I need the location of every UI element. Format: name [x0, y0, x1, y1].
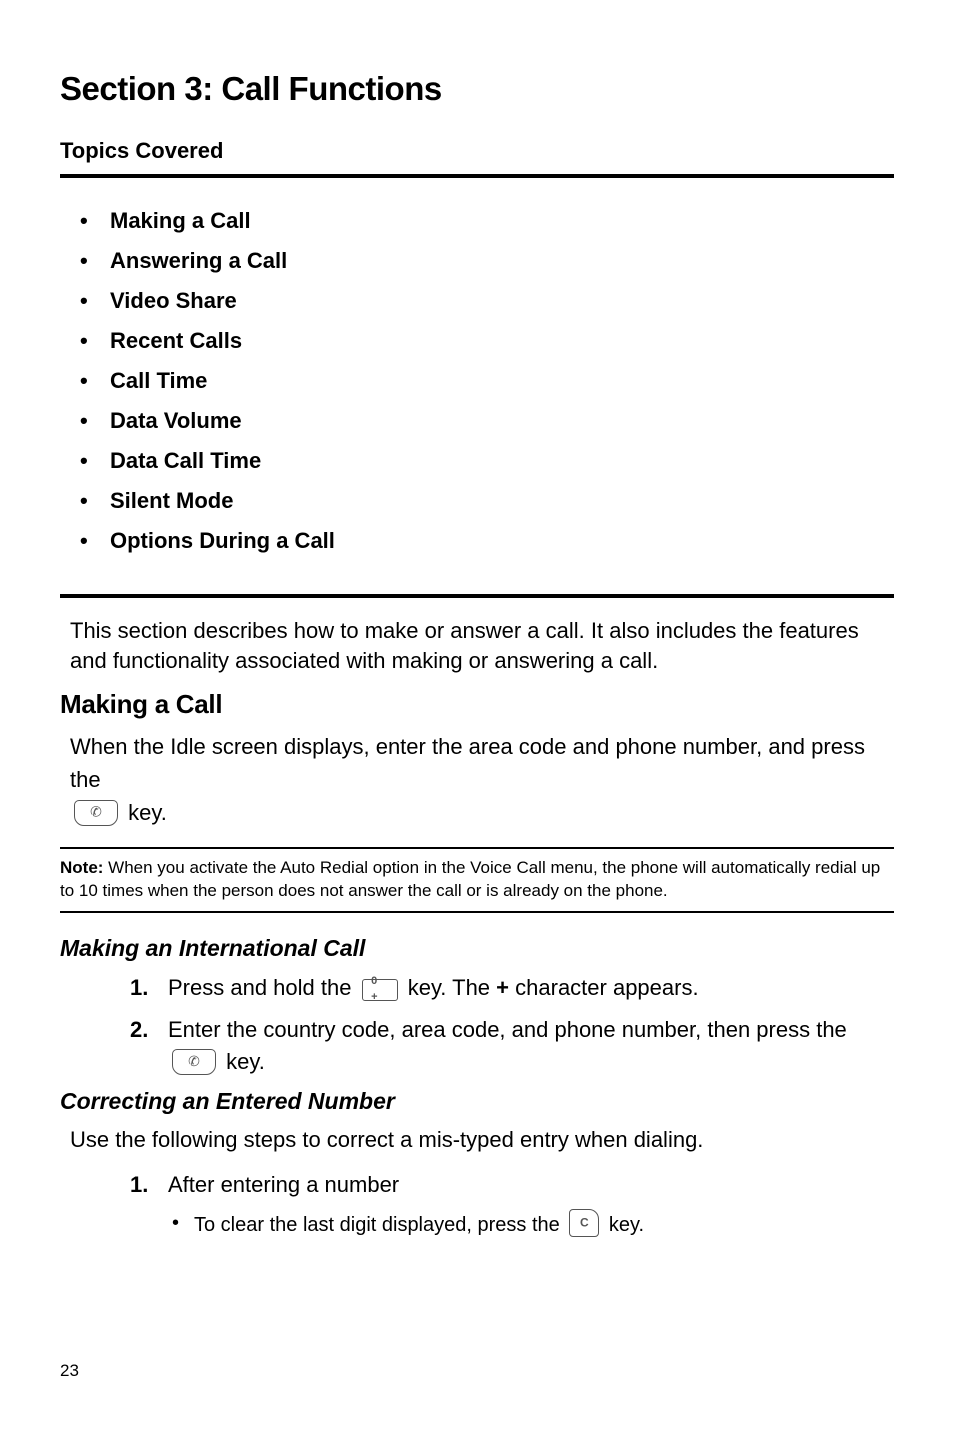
- step-number: 2.: [130, 1014, 148, 1046]
- step-text: After entering a number: [168, 1172, 399, 1197]
- manual-page: Section 3: Call Functions Topics Covered…: [0, 0, 954, 1431]
- step-text: key. The: [408, 975, 496, 1000]
- topic-item: Data Call Time: [80, 448, 894, 474]
- zero-plus-key-icon: 0 +: [362, 979, 398, 1001]
- sub-bullet-item: To clear the last digit displayed, press…: [168, 1209, 894, 1239]
- topics-covered-header: Topics Covered: [60, 138, 894, 178]
- note-block: Note: When you activate the Auto Redial …: [60, 847, 894, 913]
- topic-item: Answering a Call: [80, 248, 894, 274]
- step-text: character appears.: [515, 975, 698, 1000]
- topic-item: Silent Mode: [80, 488, 894, 514]
- topic-item: Video Share: [80, 288, 894, 314]
- note-body: When you activate the Auto Redial option…: [60, 858, 880, 900]
- page-number: 23: [60, 1361, 79, 1381]
- making-a-call-body: When the Idle screen displays, enter the…: [70, 730, 894, 829]
- making-a-call-heading: Making a Call: [60, 689, 894, 720]
- correcting-steps: 1. After entering a number To clear the …: [130, 1169, 894, 1239]
- intro-paragraph: This section describes how to make or an…: [70, 616, 894, 675]
- topic-item: Call Time: [80, 368, 894, 394]
- step-text: Press and hold the: [168, 975, 358, 1000]
- section-title: Section 3: Call Functions: [60, 70, 894, 108]
- topic-item: Options During a Call: [80, 528, 894, 554]
- step-text: key.: [226, 1049, 265, 1074]
- sub-bullet-text: To clear the last digit displayed, press…: [194, 1214, 565, 1236]
- correcting-body: Use the following steps to correct a mis…: [70, 1125, 894, 1155]
- making-a-call-text-before: When the Idle screen displays, enter the…: [70, 734, 865, 792]
- correcting-number-heading: Correcting an Entered Number: [60, 1088, 894, 1115]
- making-a-call-text-after: key.: [128, 800, 167, 825]
- step-item: 1. After entering a number To clear the …: [130, 1169, 894, 1239]
- topics-list: Making a Call Answering a Call Video Sha…: [80, 208, 894, 554]
- send-key-icon: ✆: [172, 1049, 216, 1075]
- international-steps: 1. Press and hold the 0 + key. The + cha…: [130, 972, 894, 1078]
- step-number: 1.: [130, 972, 148, 1004]
- step-item: 2. Enter the country code, area code, an…: [130, 1014, 894, 1078]
- international-call-heading: Making an International Call: [60, 935, 894, 962]
- topic-item: Data Volume: [80, 408, 894, 434]
- sub-bullet-text: key.: [609, 1214, 644, 1236]
- topic-item: Making a Call: [80, 208, 894, 234]
- step-number: 1.: [130, 1169, 148, 1201]
- step-item: 1. Press and hold the 0 + key. The + cha…: [130, 972, 894, 1004]
- send-key-icon: ✆: [74, 800, 118, 826]
- plus-char: +: [496, 975, 509, 1000]
- clear-key-icon: C: [569, 1209, 599, 1237]
- step-text: Enter the country code, area code, and p…: [168, 1017, 847, 1042]
- divider: [60, 594, 894, 598]
- topic-item: Recent Calls: [80, 328, 894, 354]
- note-label: Note:: [60, 858, 103, 877]
- sub-bullet-list: To clear the last digit displayed, press…: [168, 1209, 894, 1239]
